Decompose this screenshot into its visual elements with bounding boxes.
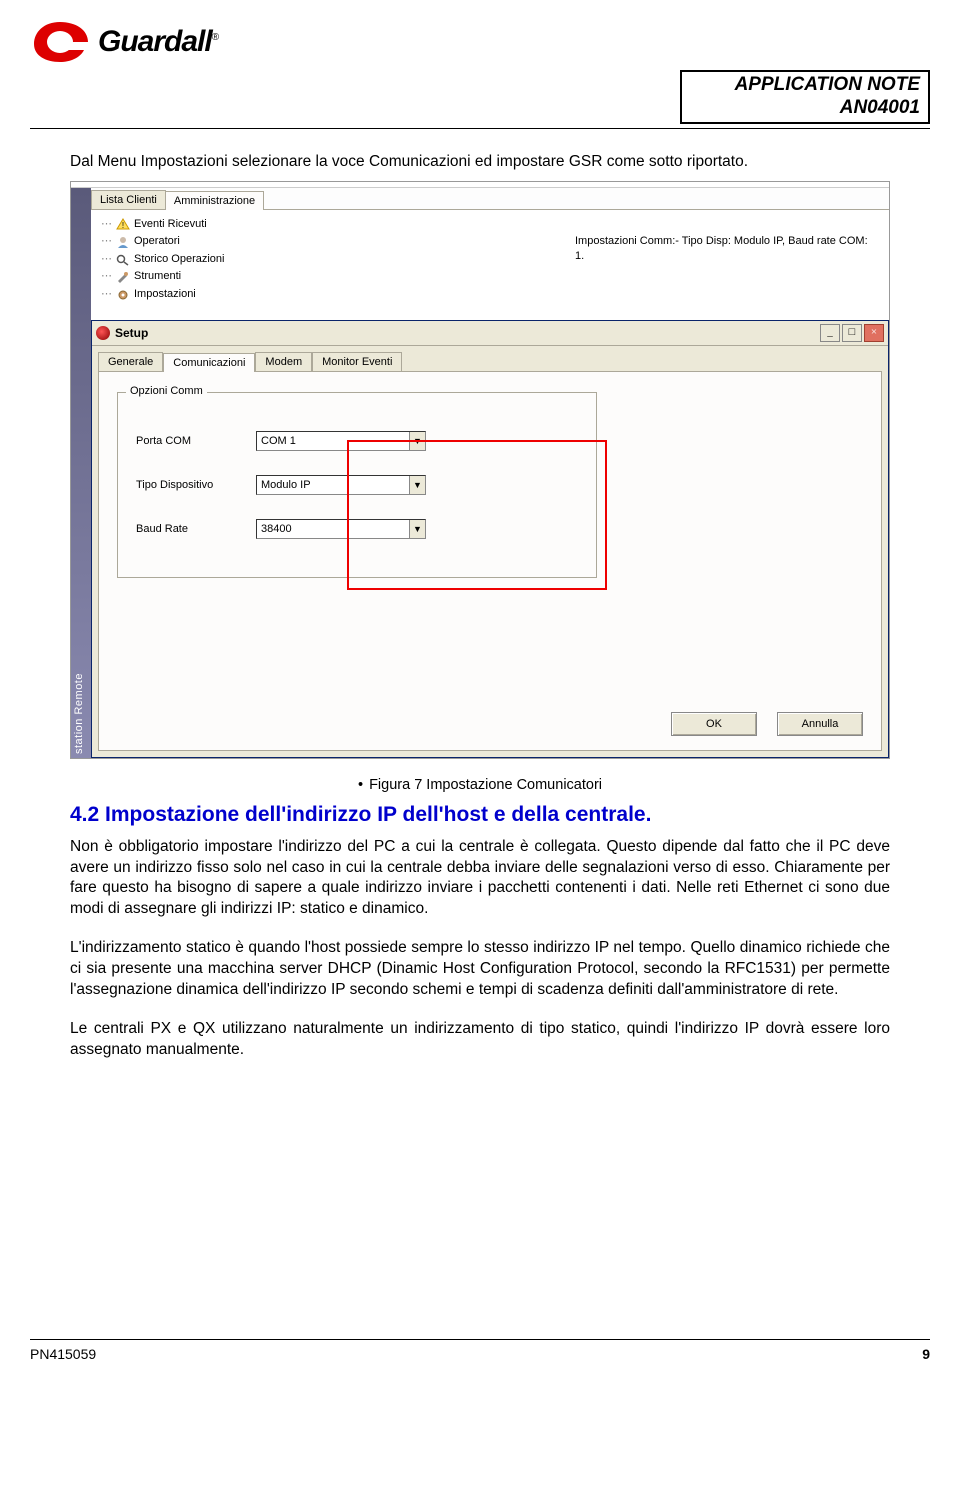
tree-item-storico[interactable]: ⋯ Storico Operazioni bbox=[95, 251, 375, 269]
brand-text: Guardall bbox=[98, 25, 212, 58]
figure-caption: Figura 7 Impostazione Comunicatori bbox=[70, 777, 890, 793]
cancel-button[interactable]: Annulla bbox=[777, 712, 863, 736]
chevron-down-icon[interactable]: ▼ bbox=[409, 520, 425, 538]
tab-amministrazione[interactable]: Amministrazione bbox=[165, 191, 264, 210]
tree-label: Eventi Ricevuti bbox=[134, 216, 207, 234]
tab-monitor-eventi[interactable]: Monitor Eventi bbox=[312, 352, 402, 371]
label-baud-rate: Baud Rate bbox=[136, 523, 256, 535]
label-porta-com: Porta COM bbox=[136, 435, 256, 447]
svg-text:!: ! bbox=[122, 221, 124, 230]
search-icon bbox=[116, 254, 130, 266]
groupbox-title: Opzioni Comm bbox=[126, 385, 207, 397]
combo-value: COM 1 bbox=[257, 433, 409, 449]
body-para-3: Le centrali PX e QX utilizzano naturalme… bbox=[70, 1019, 890, 1061]
side-ribbon: station Remote bbox=[71, 188, 91, 758]
tab-lista-clienti[interactable]: Lista Clienti bbox=[91, 190, 166, 209]
footer-page-number: 9 bbox=[922, 1346, 930, 1362]
nav-tree: ⋯ ! Eventi Ricevuti ⋯ bbox=[95, 216, 375, 314]
user-icon bbox=[116, 236, 130, 248]
label-tipo-dispositivo: Tipo Dispositivo bbox=[136, 479, 256, 491]
tree-label: Storico Operazioni bbox=[134, 251, 225, 269]
body-para-1: Non è obbligatorio impostare l'indirizzo… bbox=[70, 837, 890, 921]
tree-item-operatori[interactable]: ⋯ Operatori bbox=[95, 233, 375, 251]
warning-icon: ! bbox=[116, 218, 130, 230]
combo-value: Modulo IP bbox=[257, 477, 409, 493]
caption-text: Figura 7 Impostazione Comunicatori bbox=[358, 777, 602, 793]
intro-paragraph: Dal Menu Impostazioni selezionare la voc… bbox=[70, 153, 890, 171]
tree-item-strumenti[interactable]: ⋯ Strumenti bbox=[95, 268, 375, 286]
tree-label: Operatori bbox=[134, 233, 180, 251]
embedded-screenshot: station Remote Lista Clienti Amministraz… bbox=[70, 181, 890, 759]
footer-rule bbox=[30, 1339, 930, 1340]
registered-mark: ® bbox=[212, 32, 218, 43]
outer-tabstrip: Lista Clienti Amministrazione bbox=[91, 188, 889, 210]
tree-label: Impostazioni bbox=[134, 286, 196, 304]
ok-button[interactable]: OK bbox=[671, 712, 757, 736]
status-text: Impostazioni Comm:- Tipo Disp: Modulo IP… bbox=[375, 216, 885, 314]
tools-icon bbox=[116, 271, 130, 283]
page-footer: PN415059 9 bbox=[0, 1339, 960, 1362]
setup-icon bbox=[96, 326, 110, 340]
setup-title: Setup bbox=[115, 326, 820, 340]
combo-porta-com[interactable]: COM 1 ▼ bbox=[256, 431, 426, 451]
section-heading: 4.2 Impostazione dell'indirizzo IP dell'… bbox=[70, 803, 890, 827]
body-para-2: L'indirizzamento statico è quando l'host… bbox=[70, 938, 890, 1001]
window-close-button[interactable]: × bbox=[864, 324, 884, 342]
combo-tipo-dispositivo[interactable]: Modulo IP ▼ bbox=[256, 475, 426, 495]
combo-baud-rate[interactable]: 38400 ▼ bbox=[256, 519, 426, 539]
brand-logo-icon bbox=[30, 20, 90, 64]
window-minimize-button[interactable]: _ bbox=[820, 324, 840, 342]
brand-name: Guardall® bbox=[98, 25, 218, 59]
tab-generale[interactable]: Generale bbox=[98, 352, 163, 371]
tab-comunicazioni[interactable]: Comunicazioni bbox=[163, 353, 255, 372]
chevron-down-icon[interactable]: ▼ bbox=[409, 476, 425, 494]
tab-modem[interactable]: Modem bbox=[255, 352, 312, 371]
tree-item-eventi[interactable]: ⋯ ! Eventi Ricevuti bbox=[95, 216, 375, 234]
gear-icon bbox=[116, 289, 130, 301]
app-note-code: AN04001 bbox=[690, 97, 920, 120]
chevron-down-icon[interactable]: ▼ bbox=[409, 432, 425, 450]
setup-dialog: Setup _ □ × Generale Comunicazioni Modem bbox=[91, 320, 889, 758]
application-note-box: APPLICATION NOTE AN04001 bbox=[680, 70, 930, 124]
window-maximize-button[interactable]: □ bbox=[842, 324, 862, 342]
combo-value: 38400 bbox=[257, 521, 409, 537]
tree-item-impostazioni[interactable]: ⋯ Impostazioni bbox=[95, 286, 375, 304]
app-note-label: APPLICATION NOTE bbox=[690, 74, 920, 97]
opzioni-comm-group: Opzioni Comm Porta COM COM 1 ▼ Tipo bbox=[117, 392, 597, 578]
logo-row: Guardall® bbox=[30, 20, 930, 64]
footer-part-number: PN415059 bbox=[30, 1346, 96, 1362]
tree-label: Strumenti bbox=[134, 268, 181, 286]
